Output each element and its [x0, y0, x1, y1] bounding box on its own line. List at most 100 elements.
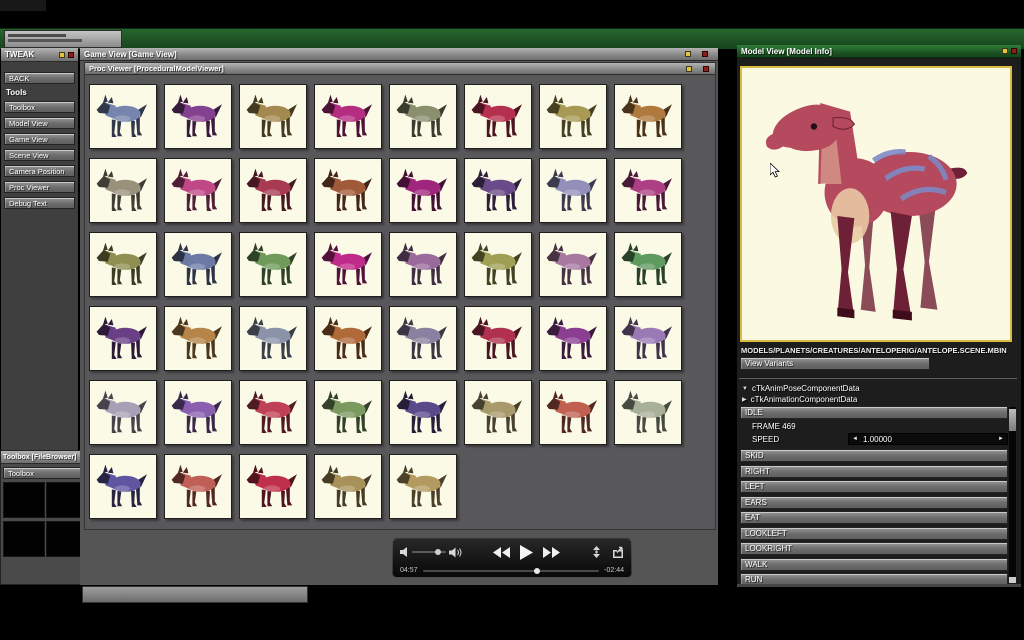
creature-thumbnail[interactable]: [164, 84, 232, 149]
anim-button-ears[interactable]: EARS: [740, 495, 1008, 509]
anim-button-walk[interactable]: WALK: [740, 557, 1008, 571]
sidebar-button-game-view[interactable]: Game View: [4, 133, 75, 145]
creature-thumbnail[interactable]: [164, 232, 232, 297]
anim-button-lookright[interactable]: LOOKRIGHT: [740, 542, 1008, 555]
creature-thumbnail[interactable]: [89, 84, 157, 149]
model-viewport[interactable]: [740, 66, 1012, 342]
anim-button-eat[interactable]: EAT: [740, 511, 1008, 524]
creature-thumbnail[interactable]: [239, 158, 307, 223]
anim-button-right[interactable]: RIGHT: [740, 464, 1008, 478]
anim-button-idle[interactable]: IDLE: [740, 406, 1008, 419]
creature-thumbnail[interactable]: [314, 306, 382, 371]
creature-thumbnail[interactable]: [464, 232, 532, 297]
fast-forward-button[interactable]: [543, 546, 560, 558]
volume-loud-icon[interactable]: [449, 547, 462, 558]
tree-item-animpose[interactable]: ▼ cTkAnimPoseComponentData: [742, 383, 860, 394]
toolbox-titlebar[interactable]: Toolbox [FileBrowser]: [1, 451, 87, 464]
toolbox-button[interactable]: Toolbox: [3, 467, 85, 479]
resize-icon[interactable]: [591, 546, 602, 558]
caret-collapsed-icon[interactable]: ▶: [742, 396, 747, 403]
model-view-titlebar[interactable]: Model View [Model Info]: [737, 45, 1021, 58]
minimize-icon[interactable]: [1002, 48, 1008, 54]
creature-thumbnail[interactable]: [614, 380, 682, 445]
creature-thumbnail[interactable]: [389, 158, 457, 223]
anim-button-left[interactable]: LEFT: [740, 480, 1008, 493]
creature-thumbnail[interactable]: [164, 158, 232, 223]
close-icon[interactable]: [702, 51, 708, 57]
creature-thumbnail[interactable]: [539, 232, 607, 297]
creature-thumbnail[interactable]: [89, 380, 157, 445]
creature-thumbnail[interactable]: [614, 306, 682, 371]
creature-thumbnail[interactable]: [239, 380, 307, 445]
creature-thumbnail[interactable]: [464, 306, 532, 371]
sidebar-button-model-view[interactable]: Model View: [4, 117, 75, 129]
volume-slider[interactable]: [412, 549, 446, 555]
creature-thumbnail[interactable]: [164, 380, 232, 445]
volume-mute-icon[interactable]: [400, 547, 409, 557]
creature-thumbnail[interactable]: [314, 380, 382, 445]
view-variants-button[interactable]: View Variants: [740, 357, 930, 370]
creature-thumbnail[interactable]: [314, 158, 382, 223]
creature-thumbnail[interactable]: [389, 84, 457, 149]
scrollbar[interactable]: [1009, 407, 1016, 583]
close-icon[interactable]: [68, 51, 74, 58]
sidebar-button-proc-viewer[interactable]: Proc Viewer: [4, 181, 75, 193]
creature-thumbnail[interactable]: [239, 306, 307, 371]
play-button[interactable]: [520, 544, 533, 560]
creature-thumbnail[interactable]: [539, 158, 607, 223]
caret-expanded-icon[interactable]: ▼: [742, 386, 748, 392]
creature-thumbnail[interactable]: [614, 84, 682, 149]
creature-thumbnail[interactable]: [539, 380, 607, 445]
creature-thumbnail[interactable]: [389, 306, 457, 371]
creature-thumbnail[interactable]: [314, 84, 382, 149]
creature-thumbnail[interactable]: [464, 158, 532, 223]
creature-thumbnail[interactable]: [89, 232, 157, 297]
creature-thumbnail[interactable]: [164, 306, 232, 371]
file-thumbnail[interactable]: [3, 482, 45, 518]
creature-thumbnail[interactable]: [614, 158, 682, 223]
creature-thumbnail[interactable]: [314, 454, 382, 519]
creature-thumbnail[interactable]: [389, 454, 457, 519]
minimize-icon[interactable]: [686, 65, 692, 72]
creature-thumbnail[interactable]: [89, 454, 157, 519]
creature-thumbnail[interactable]: [464, 380, 532, 445]
back-button[interactable]: BACK: [4, 72, 75, 84]
creature-thumbnail[interactable]: [239, 232, 307, 297]
spinner-left-icon[interactable]: ◄: [849, 436, 861, 442]
creature-thumbnail[interactable]: [239, 84, 307, 149]
creature-thumbnail[interactable]: [239, 454, 307, 519]
close-icon[interactable]: [1011, 48, 1017, 54]
scrollbar-thumb[interactable]: [1009, 409, 1016, 431]
creature-thumbnail[interactable]: [314, 232, 382, 297]
speed-spinner[interactable]: ◄ 1.00000 ►: [848, 433, 1008, 445]
creature-thumbnail[interactable]: [614, 232, 682, 297]
creature-thumbnail[interactable]: [164, 454, 232, 519]
collapsed-window[interactable]: [4, 30, 122, 48]
game-view-titlebar[interactable]: Game View [Game View]: [80, 48, 718, 61]
creature-thumbnail[interactable]: [89, 158, 157, 223]
spinner-right-icon[interactable]: ►: [995, 436, 1007, 442]
sidebar-button-camera-position[interactable]: Camera Position: [4, 165, 75, 177]
creature-thumbnail[interactable]: [89, 306, 157, 371]
anim-button-skid[interactable]: SKID: [740, 449, 1008, 462]
minimize-icon[interactable]: [685, 51, 691, 57]
tweak-titlebar[interactable]: TWEAK: [1, 48, 78, 62]
proc-viewer-titlebar[interactable]: Proc Viewer [ProceduralModelViewer]: [85, 63, 715, 75]
share-icon[interactable]: [612, 546, 624, 558]
creature-thumbnail[interactable]: [464, 84, 532, 149]
tree-item-animation[interactable]: ▶ cTkAnimationComponentData: [742, 394, 860, 405]
sidebar-button-toolbox[interactable]: Toolbox: [4, 101, 75, 113]
file-thumbnail[interactable]: [3, 521, 45, 557]
anim-button-lookleft[interactable]: LOOKLEFT: [740, 526, 1008, 540]
creature-thumbnail[interactable]: [539, 306, 607, 371]
rewind-button[interactable]: [493, 546, 510, 558]
volume-knob[interactable]: [435, 549, 442, 555]
seek-knob[interactable]: [533, 567, 540, 574]
close-icon[interactable]: [703, 65, 709, 72]
minimize-icon[interactable]: [59, 51, 65, 58]
seek-bar[interactable]: [422, 567, 600, 574]
creature-thumbnail[interactable]: [389, 232, 457, 297]
creature-thumbnail[interactable]: [389, 380, 457, 445]
sidebar-button-scene-view[interactable]: Scene View: [4, 149, 75, 161]
sidebar-button-debug-text[interactable]: Debug Text: [4, 197, 75, 209]
